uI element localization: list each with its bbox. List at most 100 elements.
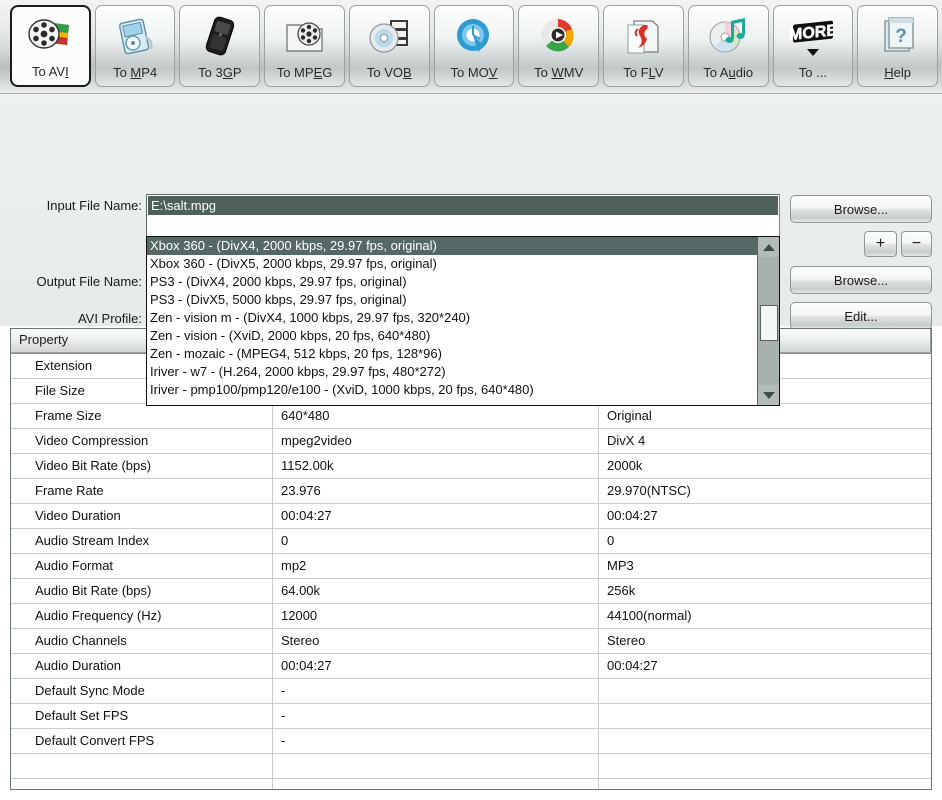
toolbar-button-to-more[interactable]: MORE To ... bbox=[772, 5, 854, 87]
toolbar-button-to-avi[interactable]: To AVI bbox=[10, 5, 91, 87]
toolbar-button-to-mov[interactable]: To MOV bbox=[433, 5, 515, 87]
table-cell-source: Stereo bbox=[273, 629, 599, 653]
dropdown-option[interactable]: Xbox 360 - (DivX5, 2000 kbps, 29.97 fps,… bbox=[147, 255, 779, 273]
scroll-up-icon[interactable] bbox=[758, 237, 779, 257]
table-cell-target: 29.970(NTSC) bbox=[607, 483, 691, 498]
table-cell-target bbox=[599, 704, 931, 728]
table-cell-target bbox=[599, 679, 931, 703]
toolbar-button-label: To MP4 bbox=[113, 65, 158, 80]
toolbar-button-to-mpeg[interactable]: To MPEG bbox=[264, 5, 345, 87]
table-row[interactable]: Audio Duration 00:04:27 00:04:27 bbox=[11, 654, 931, 679]
table-cell-target bbox=[599, 754, 931, 778]
toolbar-button-to-wmv[interactable]: To WMV bbox=[518, 5, 600, 87]
dropdown-option[interactable]: Iriver - pmp100/pmp120/e100 - (XviD, 100… bbox=[147, 381, 779, 399]
dropdown-option[interactable]: Zen - vision - (XviD, 2000 kbps, 20 fps,… bbox=[147, 327, 779, 345]
table-cell-target: 44100(normal) bbox=[607, 608, 692, 623]
toolbar-button-label: To AVI bbox=[32, 64, 69, 79]
toolbar-button-label: To MPEG bbox=[276, 65, 333, 80]
table-cell-property: Video Duration bbox=[11, 504, 273, 528]
toolbar-button-to-mp4[interactable]: To MP4 bbox=[94, 5, 176, 87]
toolbar-button-to-3gp[interactable]: To 3GP bbox=[179, 5, 261, 87]
music-disc-icon bbox=[705, 13, 751, 61]
dropdown-scrollbar[interactable] bbox=[757, 237, 779, 405]
table-cell-source: 12000 bbox=[273, 604, 599, 628]
table-cell-target bbox=[599, 779, 931, 789]
mobile-phone-icon bbox=[197, 13, 243, 61]
table-cell-property: Frame Rate bbox=[11, 479, 273, 503]
table-row[interactable]: Video Duration 00:04:27 00:04:27 bbox=[11, 504, 931, 529]
browse-input-button[interactable]: Browse... bbox=[790, 195, 932, 223]
dropdown-option[interactable]: Zen - vision m - (DivX4, 1000 kbps, 29.9… bbox=[147, 309, 779, 327]
table-row[interactable]: Video Compression mpeg2video DivX 4 bbox=[11, 429, 931, 454]
table-row[interactable]: Audio Format mp2 MP3 bbox=[11, 554, 931, 579]
table-cell-property: Audio Bit Rate (bps) bbox=[11, 579, 273, 603]
windows-media-icon bbox=[536, 13, 582, 61]
avi-profile-dropdown-list[interactable]: Xbox 360 - (DivX4, 2000 kbps, 29.97 fps,… bbox=[146, 236, 780, 406]
table-cell-source: 00:04:27 bbox=[273, 504, 599, 528]
table-cell-target: 00:04:27 bbox=[607, 658, 658, 673]
table-cell-property bbox=[11, 779, 273, 789]
table-row[interactable]: Audio Bit Rate (bps) 64.00k 256k bbox=[11, 579, 931, 604]
table-row[interactable]: Audio Stream Index 0 0 bbox=[11, 529, 931, 554]
film-reel-icon bbox=[27, 13, 73, 61]
table-row[interactable]: Default Set FPS - bbox=[11, 704, 931, 729]
table-row[interactable]: Video Bit Rate (bps) 1152.00k 2000k bbox=[11, 454, 931, 479]
dropdown-option[interactable]: PS3 - (DivX5, 5000 kbps, 29.97 fps, orig… bbox=[147, 291, 779, 309]
svg-text:MORE: MORE bbox=[790, 21, 836, 44]
toolbar-button-to-audio[interactable]: To Audio bbox=[687, 5, 769, 87]
table-row[interactable]: Default Sync Mode - bbox=[11, 679, 931, 704]
table-cell-source: 00:04:27 bbox=[273, 654, 599, 678]
table-cell-property: Audio Stream Index bbox=[11, 529, 273, 553]
table-cell-target: Original bbox=[607, 408, 652, 423]
table-cell-source: 640*480 bbox=[273, 404, 599, 428]
toolbar-button-help[interactable]: ? Help bbox=[857, 5, 938, 87]
scrollbar-thumb[interactable] bbox=[760, 305, 778, 341]
toolbar-button-to-flv[interactable]: To FLV bbox=[603, 5, 684, 87]
media-player-icon bbox=[112, 13, 158, 61]
scroll-down-icon[interactable] bbox=[758, 385, 779, 405]
remove-file-button[interactable]: − bbox=[901, 231, 932, 257]
more-icon: MORE bbox=[790, 13, 836, 61]
table-row[interactable]: Frame Rate 23.976 29.970(NTSC) bbox=[11, 479, 931, 504]
table-row[interactable] bbox=[11, 779, 931, 789]
table-cell-target: 00:04:27 bbox=[607, 508, 658, 523]
table-cell-target: 0 bbox=[607, 533, 615, 548]
table-cell-property: Default Sync Mode bbox=[11, 679, 273, 703]
table-cell-property: Default Set FPS bbox=[11, 704, 273, 728]
edit-profile-button[interactable]: Edit... bbox=[790, 302, 932, 330]
table-cell-property: Video Compression bbox=[11, 429, 273, 453]
toolbar-button-label: To MOV bbox=[450, 65, 498, 80]
browse-output-button[interactable]: Browse... bbox=[790, 266, 932, 294]
dropdown-option[interactable]: PS3 - (DivX4, 2000 kbps, 29.97 fps, orig… bbox=[147, 273, 779, 291]
help-book-icon: ? bbox=[875, 13, 921, 61]
table-cell-target: Stereo bbox=[607, 633, 646, 648]
toolbar-button-label: To 3GP bbox=[198, 65, 242, 80]
dropdown-option[interactable]: Xbox 360 - (DivX4, 2000 kbps, 29.97 fps,… bbox=[147, 237, 779, 255]
table-cell-source: mpeg2video bbox=[273, 429, 599, 453]
table-row[interactable]: Default Convert FPS - bbox=[11, 729, 931, 754]
flash-folder-icon bbox=[620, 13, 666, 61]
table-cell-source: mp2 bbox=[273, 554, 599, 578]
table-row[interactable]: Audio Channels Stereo Stereo bbox=[11, 629, 931, 654]
dvd-disc-icon bbox=[366, 13, 412, 61]
table-cell-source: 64.00k bbox=[273, 579, 599, 603]
toolbar-button-label: To ... bbox=[798, 65, 827, 80]
table-cell-source: - bbox=[273, 729, 599, 753]
table-cell-property: Audio Format bbox=[11, 554, 273, 578]
table-cell-property: Audio Frequency (Hz) bbox=[11, 604, 273, 628]
table-cell-source: 23.976 bbox=[273, 479, 599, 503]
svg-text:?: ? bbox=[895, 26, 907, 47]
add-file-button[interactable]: + bbox=[864, 231, 897, 257]
table-cell-source: - bbox=[273, 679, 599, 703]
toolbar-button-to-vob[interactable]: To VOB bbox=[348, 5, 430, 87]
folder-film-icon bbox=[282, 13, 328, 61]
table-row[interactable]: Frame Size 640*480 Original bbox=[11, 404, 931, 429]
dropdown-option[interactable]: Zen - mozaic - (MPEG4, 512 kbps, 20 fps,… bbox=[147, 345, 779, 363]
dropdown-options: Xbox 360 - (DivX4, 2000 kbps, 29.97 fps,… bbox=[147, 237, 779, 399]
table-row[interactable]: Audio Frequency (Hz) 12000 44100(normal) bbox=[11, 604, 931, 629]
table-cell-property bbox=[11, 754, 273, 778]
input-file-value[interactable]: E:\salt.mpg bbox=[148, 196, 778, 215]
table-cell-property: Video Bit Rate (bps) bbox=[11, 454, 273, 478]
dropdown-option[interactable]: Iriver - w7 - (H.264, 2000 kbps, 29.97 f… bbox=[147, 363, 779, 381]
table-row[interactable] bbox=[11, 754, 931, 779]
